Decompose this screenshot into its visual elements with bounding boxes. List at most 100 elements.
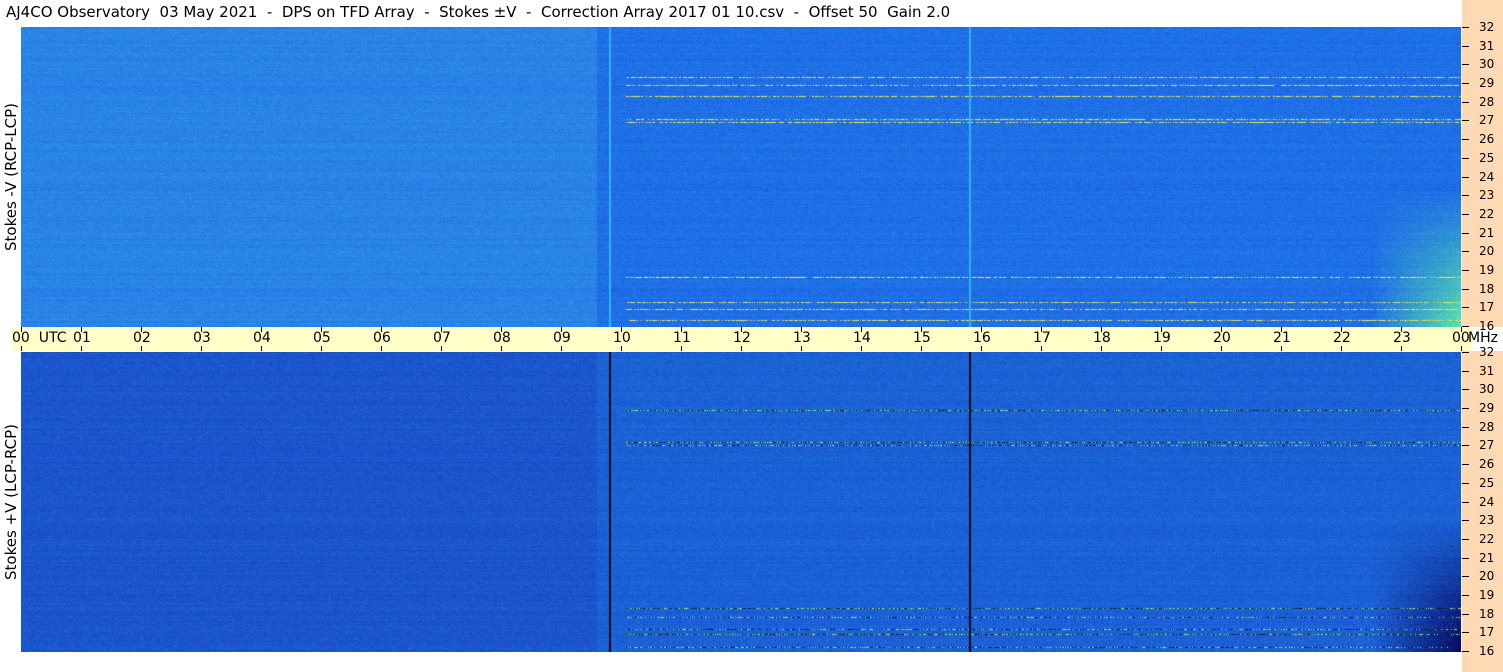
utc-tick-mark [741,327,742,332]
utc-tick-mark [561,346,562,351]
utc-tick-mark [1161,346,1162,351]
freq-tick-label: 20 [1479,244,1495,259]
freq-tick-label: 16 [1479,644,1495,658]
utc-tick-label: 13 [793,330,811,346]
freq-tick-label: 21 [1479,550,1495,565]
freq-tick-label: 29 [1479,76,1495,91]
utc-tick-mark [441,327,442,332]
freq-tick-mark [1462,538,1469,540]
freq-tick-mark [1462,464,1469,466]
freq-tick-label: 31 [1479,363,1495,378]
freq-tick-label: 22 [1479,531,1495,546]
utc-tick-mark [921,346,922,351]
freq-tick-label: 20 [1479,569,1495,584]
utc-tick-label: 08 [493,330,511,346]
freq-tick-label: 25 [1479,475,1495,490]
freq-tick-label: 27 [1479,113,1495,128]
freq-tick-label: 30 [1479,382,1495,397]
utc-tick-mark [261,327,262,332]
freq-tick-label: 28 [1479,94,1495,109]
utc-tick-mark [1341,327,1342,332]
freq-tick-label: 24 [1479,169,1495,184]
freq-tick-mark [1462,176,1469,178]
utc-tick-mark [81,346,82,351]
utc-tick-mark [861,327,862,332]
utc-tick-mark [21,346,22,351]
utc-tick-label: 17 [1033,330,1051,346]
utc-tick-mark [321,327,322,332]
chart-title: AJ4CO Observatory 03 May 2021 - DPS on T… [6,3,951,21]
utc-tick-label: 04 [253,330,271,346]
freq-tick-mark [1462,594,1469,596]
freq-tick-mark [1462,27,1469,28]
utc-tick-mark [981,346,982,351]
utc-tick-mark [321,346,322,351]
utc-tick-mark [261,346,262,351]
freq-tick-label: 32 [1479,20,1495,34]
freq-tick-label: 19 [1479,262,1495,277]
utc-tick-label: 09 [553,330,571,346]
freq-tick-mark [1462,613,1469,615]
utc-tick-mark [681,327,682,332]
utc-tick-mark [561,327,562,332]
freq-tick-mark [1462,352,1469,353]
utc-tick-label: 21 [1273,330,1291,346]
stokes-plus-v-spectrogram [21,352,1461,652]
utc-tick-mark [501,346,502,351]
utc-tick-mark [621,327,622,332]
freq-tick-mark [1462,45,1469,47]
utc-tick-label: 22 [1333,330,1351,346]
freq-tick-mark [1462,408,1469,410]
utc-tick-label: 10 [613,330,631,346]
freq-tick-mark [1462,288,1469,290]
utc-tick-mark [1401,346,1402,351]
freq-tick-mark [1462,269,1469,271]
freq-tick-label: 25 [1479,150,1495,165]
freq-tick-label: 32 [1479,345,1495,359]
utc-tick-mark [801,327,802,332]
utc-tick-mark [1221,327,1222,332]
utc-tick-label: 07 [433,330,451,346]
freq-tick-mark [1462,64,1469,66]
freq-tick-mark [1462,501,1469,503]
utc-tick-label: 02 [133,330,151,346]
utc-tick-mark [801,346,802,351]
top-panel-ylabel: Stokes -V (RCP-LCP) [1,103,20,251]
freq-tick-label: 17 [1479,625,1495,640]
freq-tick-mark [1462,195,1469,197]
utc-tick-mark [1401,327,1402,332]
freq-tick-label: 22 [1479,206,1495,221]
freq-tick-mark [1462,101,1469,103]
freq-tick-label: 23 [1479,513,1495,528]
utc-tick-label: 18 [1093,330,1111,346]
bottom-panel-ylabel: Stokes +V (LCP-RCP) [2,424,20,580]
freq-tick-mark [1462,307,1469,309]
utc-tick-mark [981,327,982,332]
utc-tick-mark [1101,346,1102,351]
utc-tick-mark [1341,346,1342,351]
freq-tick-mark [1462,120,1469,122]
freq-tick-label: 30 [1479,57,1495,72]
utc-tick-mark [141,327,142,332]
utc-tick-label: 00 UTC [12,330,67,346]
utc-tick-mark [1281,346,1282,351]
freq-tick-mark [1462,213,1469,215]
freq-tick-label: 29 [1479,401,1495,416]
utc-tick-mark [1041,346,1042,351]
utc-tick-label: 14 [853,330,871,346]
utc-tick-mark [201,346,202,351]
utc-tick-label: 06 [373,330,391,346]
utc-tick-mark [921,327,922,332]
utc-tick-mark [1101,327,1102,332]
freq-tick-mark [1462,251,1469,253]
utc-tick-label: 12 [733,330,751,346]
freq-tick-mark [1462,232,1469,234]
utc-tick-mark [141,346,142,351]
utc-tick-mark [21,327,22,332]
utc-tick-mark [381,346,382,351]
utc-tick-mark [1461,327,1462,332]
bottom-frequency-axis: 32 31 30 29 28 27 26 25 24 23 22 21 20 19 18 17 16 [1462,345,1503,672]
utc-tick-label: 11 [673,330,691,346]
freq-tick-label: 18 [1479,281,1495,296]
freq-tick-label: 21 [1479,225,1495,240]
